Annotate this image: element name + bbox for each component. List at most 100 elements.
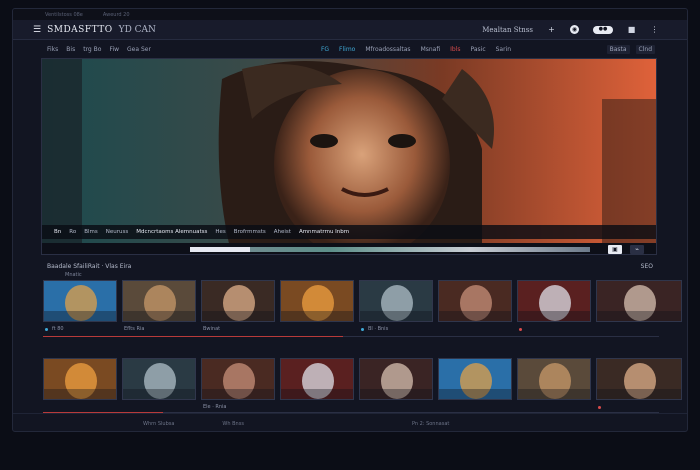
video-caption: Eflts Ria (122, 322, 196, 336)
see-more-link[interactable]: SEO (641, 263, 653, 270)
section-title: Baadale SfailiRait · Vlas Eira (47, 263, 132, 270)
subnav-link[interactable]: Gea Ser (127, 46, 151, 53)
tab-mfroadossaltas[interactable]: Mfroadossaltas (365, 46, 410, 53)
hero-bar-item: Hes (215, 229, 226, 235)
brand[interactable]: ☰ SMDASFTTO YD CAN (13, 25, 156, 35)
video-thumbnail[interactable] (201, 280, 275, 322)
video-caption: Bl · Bnis (359, 322, 433, 336)
video-thumbnail[interactable] (438, 280, 512, 322)
video-card[interactable] (280, 358, 354, 414)
video-thumbnail[interactable] (201, 358, 275, 400)
subnav-right: Basta Clnd (606, 44, 687, 54)
video-card[interactable]: Eflts Ria (122, 280, 196, 336)
thumbnail-art (123, 359, 195, 399)
thumbnail-art (281, 359, 353, 399)
cast-icon[interactable]: ⌁ (630, 245, 644, 254)
video-card[interactable] (438, 358, 512, 414)
video-card[interactable] (359, 358, 433, 414)
subnav-left: Fiks Bis trg Bo Fiw Gea Ser (13, 46, 151, 53)
footer-link[interactable]: Wh Bnss (222, 421, 244, 427)
top-actions: Mealtan Stnss + ◉ ●● ■ ⋮ (482, 25, 687, 34)
video-caption (438, 322, 512, 336)
footer-link[interactable]: Whrn Slubsa (143, 421, 174, 427)
status-dot (519, 327, 522, 331)
thumbnail-art (44, 281, 116, 321)
video-caption (280, 322, 354, 336)
glasses-icon[interactable]: ●● (593, 25, 613, 34)
user-label[interactable]: Mealtan Stnss (482, 26, 533, 34)
tab-sarin[interactable]: Sarin (496, 46, 511, 53)
video-card[interactable] (596, 280, 682, 336)
video-thumbnail[interactable] (43, 280, 117, 322)
video-card[interactable] (517, 280, 591, 336)
subnav-tabs: FG Flimo Mfroadossaltas Msnafi Ibls Pasi… (321, 46, 511, 53)
video-card[interactable] (517, 358, 591, 414)
subnav-link[interactable]: Fiw (109, 46, 119, 53)
subnav-button[interactable]: Basta (606, 44, 630, 54)
video-card[interactable]: Bwinat (201, 280, 275, 336)
video-thumbnail[interactable] (359, 358, 433, 400)
video-thumbnail[interactable] (359, 280, 433, 322)
thumbnail-art (597, 281, 681, 321)
video-thumbnail[interactable] (596, 358, 682, 400)
sub-navigation: Fiks Bis trg Bo Fiw Gea Ser FG Flimo Mfr… (13, 40, 687, 58)
video-caption (596, 322, 682, 336)
video-thumbnail[interactable] (43, 358, 117, 400)
subnav-button[interactable]: Clnd (635, 44, 655, 54)
globe-icon[interactable]: ◉ (570, 25, 579, 34)
menu-logo-icon[interactable]: ☰ (33, 25, 41, 35)
subnav-link[interactable]: Bis (66, 46, 75, 53)
menu-icon[interactable]: ⋮ (650, 25, 659, 34)
video-thumbnail[interactable] (596, 280, 682, 322)
hero-bar-item: Mdcncrtaoms Alemnuatss (136, 229, 208, 235)
status-dot (45, 327, 48, 331)
tab-msnafi[interactable]: Msnafi (421, 46, 441, 53)
video-caption: Bwinat (201, 322, 275, 336)
tab-flimo[interactable]: Flimo (339, 46, 355, 53)
notification-icon[interactable]: ■ (627, 25, 636, 34)
hero-player[interactable]: Bn Ro Blms Neuruss Mdcncrtaoms Alemnuats… (41, 58, 657, 255)
titlebar-item: Ventilstoss 08e (45, 11, 83, 18)
video-card[interactable]: Bl · Bnis (359, 280, 433, 336)
video-card[interactable]: Ele · Rnia (201, 358, 275, 414)
subnav-link[interactable]: Fiks (47, 46, 58, 53)
plus-icon[interactable]: + (547, 25, 556, 34)
thumbnail-row-1: ft 80 Eflts Ria Bwinat Bl · Bnis (43, 280, 682, 336)
video-card[interactable] (438, 280, 512, 336)
section-header: Baadale SfailiRait · Vlas Eira Mnatic SE… (43, 260, 659, 280)
thumbnail-art (518, 281, 590, 321)
fullscreen-icon[interactable]: ▣ (608, 245, 622, 254)
video-thumbnail[interactable] (280, 280, 354, 322)
video-thumbnail[interactable] (517, 280, 591, 322)
progress-track[interactable] (190, 247, 590, 252)
section-subtitle: Mnatic (65, 272, 82, 278)
footer-link[interactable]: Pn 2: Sonnasat (412, 421, 449, 427)
thumbnail-row-2: Ele · Rnia (43, 358, 682, 414)
app-tag: YD CAN (118, 24, 156, 35)
video-card[interactable]: ft 80 (43, 280, 117, 336)
video-thumbnail[interactable] (438, 358, 512, 400)
app-window: Ventilstoss 08e Aweurd 20 ☰ SMDASFTTO YD… (12, 8, 688, 432)
tab-ibls[interactable]: Ibls (450, 46, 460, 53)
video-thumbnail[interactable] (122, 280, 196, 322)
thumbnail-art (518, 359, 590, 399)
video-thumbnail[interactable] (122, 358, 196, 400)
video-title: Eflts Ria (124, 326, 145, 332)
video-thumbnail[interactable] (517, 358, 591, 400)
video-card[interactable] (122, 358, 196, 414)
thumbnail-art (439, 281, 511, 321)
subnav-link[interactable]: trg Bo (83, 46, 101, 53)
video-thumbnail[interactable] (280, 358, 354, 400)
progress-fill (190, 247, 250, 252)
tab-fg[interactable]: FG (321, 46, 329, 53)
thumbnail-art (202, 359, 274, 399)
video-card[interactable] (280, 280, 354, 336)
hero-bar-item: Blms (84, 229, 98, 235)
video-card[interactable] (43, 358, 117, 414)
video-card[interactable] (596, 358, 682, 414)
video-title: Bwinat (203, 326, 221, 332)
tab-pasic[interactable]: Pasic (471, 46, 486, 53)
window-titlebar: Ventilstoss 08e Aweurd 20 (13, 9, 687, 20)
hero-bar-item: Neuruss (105, 229, 129, 235)
hero-bar-item: Aheist (273, 229, 291, 235)
